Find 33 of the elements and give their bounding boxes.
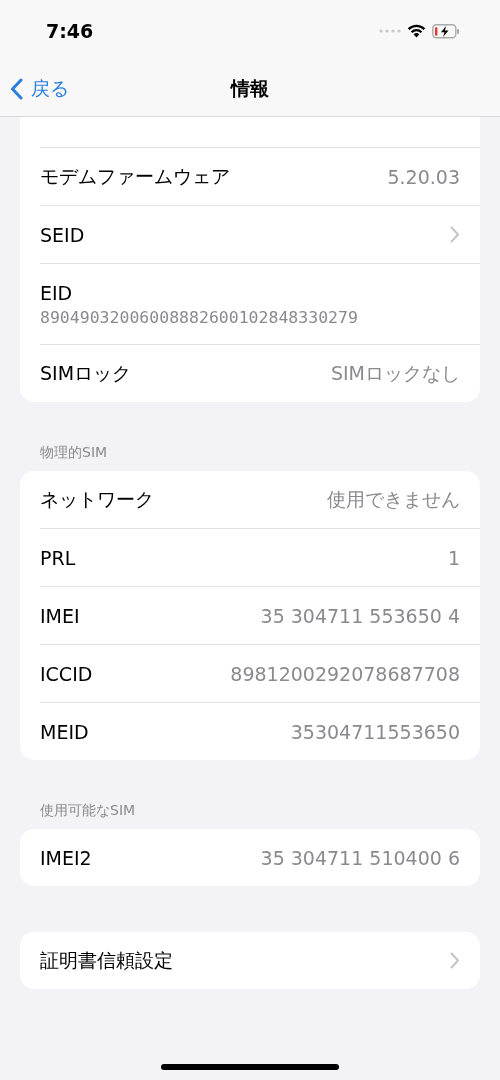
row-label: ネットワーク (40, 486, 154, 512)
status-time: 7:46 (46, 20, 94, 42)
row-value: 8981200292078687708 (230, 662, 460, 685)
wifi-icon (407, 24, 426, 38)
chevron-icon (450, 226, 460, 243)
section-header: 物理的SIM (39, 443, 109, 462)
row-label: PRL (40, 546, 76, 569)
row-label: SEID (40, 223, 85, 246)
row-label: MEID (40, 720, 89, 743)
row-label: 証明書信頼設定 (40, 947, 173, 973)
row-label: EID (40, 281, 73, 304)
row-label: SIMロック (40, 360, 132, 386)
row-value: 使用できません (327, 486, 460, 512)
row-label: モデムファームウェア (40, 163, 230, 189)
row-value: 35304711553650 (290, 720, 460, 743)
settings-row[interactable]: SEID (20, 206, 480, 263)
row-value: 35 304711 553650 4 (260, 604, 460, 627)
row-value: 35 304711 510400 6 (260, 846, 460, 869)
row-value: SIMロックなし (330, 360, 460, 386)
row-value: 1 (447, 546, 460, 569)
row-value: 5.20.03 (387, 165, 460, 188)
signal-icon (379, 29, 401, 33)
settings-row[interactable]: 証明書信頼設定 (20, 932, 480, 989)
page-title: 情報 (231, 76, 269, 101)
back-chevron-icon (10, 78, 23, 100)
section-header: 使用可能なSIM (39, 801, 137, 820)
battery-icon (432, 23, 460, 39)
chevron-icon (450, 952, 460, 969)
row-label: IMEI2 (40, 846, 92, 869)
back-button[interactable]: 戻る (10, 76, 69, 102)
row-label: ICCID (40, 662, 93, 685)
row-label: IMEI (40, 604, 80, 627)
row-value: 89049032006008882600102848330279 (40, 307, 358, 327)
